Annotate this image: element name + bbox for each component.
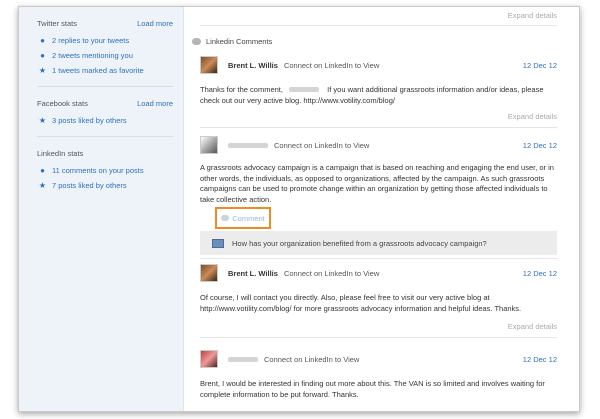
twitter-stats-section: Twitter stats Load more ● 2 replies to y…	[19, 13, 183, 78]
facebook-likes-label: 3 posts liked by others	[52, 116, 127, 125]
app-window: Twitter stats Load more ● 2 replies to y…	[18, 6, 580, 412]
divider	[200, 25, 557, 26]
expand-details-link[interactable]: Expand details	[200, 322, 557, 331]
twitter-favorites-label: 1 tweets marked as favorite	[52, 66, 144, 75]
question-text: How has your organization benefited from…	[232, 238, 487, 248]
comment-text: Of course, I will contact you directly. …	[200, 293, 522, 313]
comment-entry: Brent L. Willis Connect on LinkedIn to V…	[200, 258, 557, 338]
linkedin-comments-link[interactable]: ● 11 comments on your posts	[37, 163, 173, 178]
connect-linkedin-link[interactable]: Connect on LinkedIn to View	[264, 355, 359, 364]
post-entry: Connect on LinkedIn to View 12 Dec 12 A …	[200, 135, 557, 205]
redacted-name	[228, 356, 258, 362]
connect-linkedin-link[interactable]: Connect on LinkedIn to View	[284, 61, 379, 70]
speech-bubble-icon: ●	[40, 36, 45, 45]
redacted-name	[228, 142, 268, 148]
post-header: Connect on LinkedIn to View 12 Dec 12	[200, 135, 557, 155]
comment-text: Brent, I would be interested in finding …	[200, 379, 545, 399]
star-icon: ★	[38, 181, 47, 190]
twitter-stats-header: Twitter stats Load more	[37, 13, 173, 33]
speech-bubble-icon: ●	[40, 166, 45, 175]
comment-entry: Brent L. Willis Connect on LinkedIn to V…	[200, 55, 557, 128]
sidebar-divider	[37, 86, 173, 87]
linkedin-likes-label: 7 posts liked by others	[52, 181, 127, 190]
twitter-mentions-link[interactable]: ● 2 tweets mentioning you	[37, 48, 173, 63]
avatar[interactable]	[200, 264, 218, 282]
linkedin-stats-title: LinkedIn stats	[37, 148, 84, 158]
divider	[200, 127, 557, 128]
post-text: A grassroots advocacy campaign is a camp…	[200, 163, 554, 204]
twitter-load-more-link[interactable]: Load more	[137, 19, 173, 28]
comment-button[interactable]: Comment	[215, 207, 271, 229]
divider	[200, 337, 557, 338]
comment-entry: Connect on LinkedIn to View 12 Dec 12 Br…	[200, 349, 557, 400]
linkedin-stats-section: LinkedIn stats ● 11 comments on your pos…	[19, 143, 183, 193]
facebook-load-more-link[interactable]: Load more	[137, 99, 173, 108]
facebook-stats-title: Facebook stats	[37, 98, 88, 108]
section-title: Linkedin Comments	[206, 37, 273, 46]
expand-details-link[interactable]: Expand details	[508, 11, 557, 20]
speech-bubble-icon	[192, 38, 201, 45]
avatar[interactable]	[200, 350, 218, 368]
comment-date: 12 Dec 12	[522, 268, 557, 278]
twitter-mentions-label: 2 tweets mentioning you	[52, 51, 133, 60]
post-date: 12 Dec 12	[522, 140, 557, 150]
comment-text: Thanks for the comment, If you want addi…	[200, 85, 557, 106]
comment-date: 12 Dec 12	[522, 60, 557, 70]
facebook-stats-header: Facebook stats Load more	[37, 93, 173, 113]
connect-linkedin-link[interactable]: Connect on LinkedIn to View	[284, 269, 379, 278]
expand-details-link[interactable]: Expand details	[200, 112, 557, 121]
author-name[interactable]: Brent L. Willis	[228, 61, 278, 70]
linkedin-comments-label: 11 comments on your posts	[52, 166, 144, 175]
avatar[interactable]	[200, 136, 218, 154]
star-icon: ★	[38, 66, 47, 75]
linkedin-group-icon	[212, 238, 224, 248]
speech-bubble-icon: ●	[40, 51, 45, 60]
stats-sidebar: Twitter stats Load more ● 2 replies to y…	[19, 7, 184, 411]
linkedin-comments-heading: Linkedin Comments	[192, 37, 272, 46]
author-name[interactable]: Brent L. Willis	[228, 269, 278, 278]
star-icon: ★	[38, 116, 47, 125]
comment-icon	[221, 215, 230, 221]
comment-header: Brent L. Willis Connect on LinkedIn to V…	[200, 263, 557, 283]
divider	[200, 258, 557, 259]
sidebar-divider	[37, 136, 173, 137]
avatar[interactable]	[200, 56, 218, 74]
redacted-name	[289, 87, 320, 92]
twitter-stats-title: Twitter stats	[37, 18, 78, 28]
comment-date: 12 Dec 12	[522, 354, 557, 364]
facebook-likes-link[interactable]: ★ 3 posts liked by others	[37, 113, 173, 128]
linkedin-likes-link[interactable]: ★ 7 posts liked by others	[37, 178, 173, 193]
connect-linkedin-link[interactable]: Connect on LinkedIn to View	[274, 141, 369, 150]
twitter-favorites-link[interactable]: ★ 1 tweets marked as favorite	[37, 63, 173, 78]
comments-panel: Expand details Linkedin Comments Brent L…	[184, 7, 579, 411]
comment-header: Brent L. Willis Connect on LinkedIn to V…	[200, 55, 557, 75]
twitter-replies-label: 2 replies to your tweets	[52, 36, 130, 45]
linkedin-stats-header: LinkedIn stats	[37, 143, 173, 163]
twitter-replies-link[interactable]: ● 2 replies to your tweets	[37, 33, 173, 48]
comment-text-part: Thanks for the comment,	[200, 85, 283, 94]
linkedin-question[interactable]: How has your organization benefited from…	[200, 231, 557, 255]
facebook-stats-section: Facebook stats Load more ★ 3 posts liked…	[19, 93, 183, 128]
comment-button-label: Comment	[232, 213, 265, 223]
comment-header: Connect on LinkedIn to View 12 Dec 12	[200, 349, 557, 369]
